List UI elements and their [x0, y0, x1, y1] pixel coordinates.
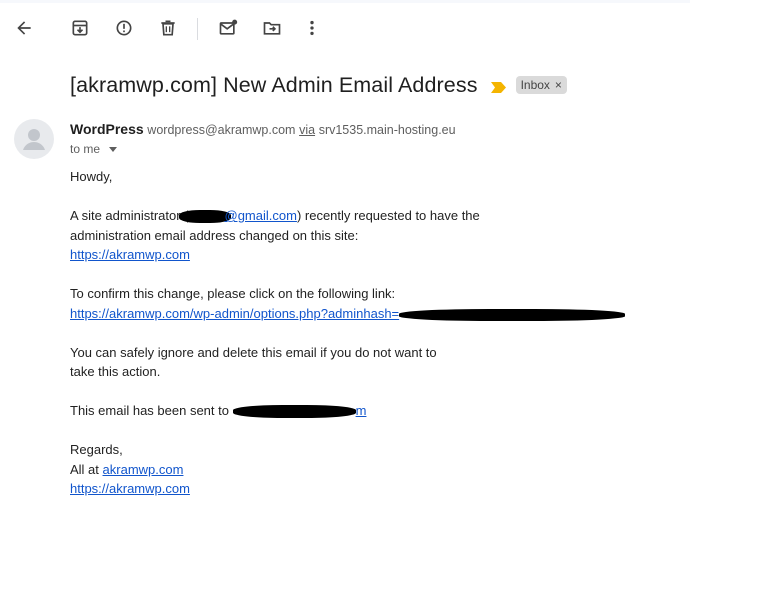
paragraph-4: This email has been sent to m	[70, 401, 366, 421]
person-icon	[23, 129, 45, 150]
message-toolbar	[0, 0, 690, 54]
paragraph-1-line-2: administration email address changed on …	[70, 228, 359, 243]
regards: Regards,	[70, 442, 123, 457]
paragraph-3-line-1: You can safely ignore and delete this em…	[70, 345, 437, 360]
all-at-prefix: All at	[70, 462, 99, 477]
avatar[interactable]	[14, 119, 54, 159]
site-link[interactable]: https://akramwp.com	[70, 247, 190, 262]
paragraph-2-line-2: https://akramwp.com/wp-admin/options.php…	[70, 304, 626, 324]
subject-row: [akramwp.com] New Admin Email Address In…	[70, 71, 567, 99]
footer-line: https://akramwp.com	[70, 479, 190, 499]
sender-email: wordpress@akramwp.com	[147, 123, 296, 137]
mail-unread-icon	[219, 19, 238, 35]
footer-site-link[interactable]: https://akramwp.com	[70, 481, 190, 496]
recipient-details-toggle[interactable]: to me	[70, 142, 118, 156]
recipient-email-link[interactable]: m	[356, 403, 367, 418]
p1-suffix: ) recently requested to have the	[296, 208, 480, 223]
toolbar-divider	[197, 18, 198, 40]
greeting: Howdy,	[70, 169, 113, 184]
redaction-scribble	[232, 405, 356, 419]
more-vert-icon	[310, 20, 314, 36]
sender-line: WordPress wordpress@akramwp.com via srv1…	[70, 121, 456, 137]
signature-line: All at akramwp.com	[70, 460, 183, 480]
back-button[interactable]	[9, 13, 39, 43]
report-spam-button[interactable]	[109, 13, 139, 43]
p4-prefix: This email has been sent to	[70, 403, 229, 418]
arrow-left-icon	[17, 21, 31, 35]
importance-marker-icon[interactable]	[490, 80, 506, 93]
mark-unread-button[interactable]	[213, 13, 243, 43]
paragraph-1-line-3: https://akramwp.com	[70, 245, 190, 265]
signature-site-link[interactable]: akramwp.com	[103, 462, 184, 477]
move-folder-icon	[263, 22, 281, 35]
paragraph-3-line-2: take this action.	[70, 364, 161, 379]
via-link[interactable]: via	[299, 123, 315, 137]
label-text: Inbox	[520, 78, 550, 92]
p1-prefix: A site administrator (	[70, 208, 189, 223]
inbox-label-chip: Inbox ×	[515, 76, 567, 94]
move-to-button[interactable]	[257, 13, 287, 43]
via-host: srv1535.main-hosting.eu	[318, 123, 456, 137]
email-subject: [akramwp.com] New Admin Email Address	[70, 72, 478, 97]
report-icon	[116, 20, 132, 36]
paragraph-1-line-1: A site administrator ( @gmail.com) recent…	[70, 206, 480, 226]
recipient-text: to me	[70, 142, 101, 156]
delete-button[interactable]	[153, 13, 183, 43]
archive-icon	[72, 20, 88, 36]
confirm-link[interactable]: https://akramwp.com/wp-admin/options.php…	[70, 306, 399, 321]
paragraph-2-line-1: To confirm this change, please click on …	[70, 286, 396, 301]
redaction-scribble	[399, 308, 626, 321]
chevron-down-icon	[109, 147, 118, 152]
sender-name[interactable]: WordPress	[70, 121, 144, 137]
more-button[interactable]	[297, 13, 327, 43]
archive-button[interactable]	[65, 13, 95, 43]
admin-email-link[interactable]: @gmail.com	[225, 208, 297, 223]
remove-label-button[interactable]: ×	[555, 78, 562, 92]
redaction-scribble	[178, 210, 231, 224]
trash-icon	[161, 20, 175, 36]
